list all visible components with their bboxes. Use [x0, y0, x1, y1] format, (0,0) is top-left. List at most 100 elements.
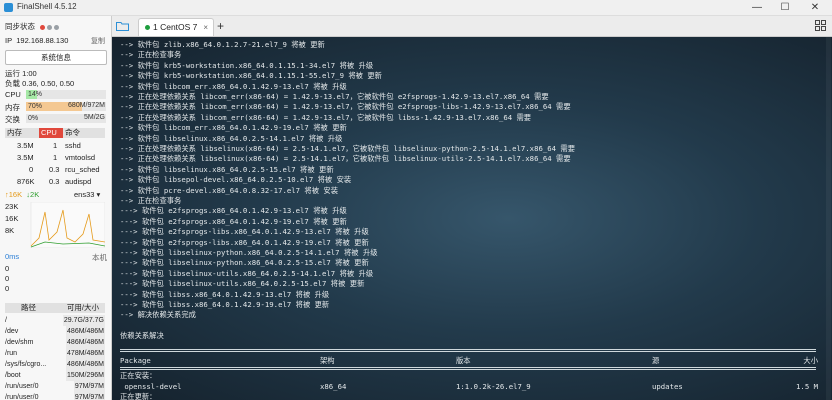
terminal-line: --> 软件包 libselinux.x86_64.0.2.5-15.el7 将…: [120, 164, 334, 174]
minimize-button[interactable]: —: [746, 1, 768, 14]
mem-percent: 70%: [28, 103, 43, 110]
terminal-separator: [120, 367, 816, 371]
network-graph: [30, 202, 105, 248]
status-dots: [40, 23, 61, 32]
disk-path: /run/user/0: [5, 383, 39, 390]
table-header-cell: 架构: [320, 356, 335, 365]
terminal-line: ---> 软件包 libselinux-utils.x86_64.0.2.5-1…: [120, 279, 365, 289]
terminal-line: ---> 软件包 libselinux-python.x86_64.0.2.5-…: [120, 258, 369, 268]
process-row[interactable]: 0 0.3 rcu_sched: [5, 164, 105, 175]
disk-path: /run: [5, 350, 18, 357]
ip-label: IP: [5, 36, 13, 45]
terminal-line: ---> 软件包 e2fsprogs-libs.x86_64.0.1.42.9-…: [120, 237, 369, 247]
table-cell: updates: [652, 381, 683, 391]
terminal-line: ---> 软件包 libss.x86_64.0.1.42.9-19.el7 将被…: [120, 300, 330, 309]
connected-dot-icon: [145, 25, 150, 30]
cpu-percent: 14%: [28, 91, 43, 98]
latency-tick: 0: [5, 264, 10, 273]
terminal-line: --> 正在处理依赖关系 libselinux(x86-64) = 2.5-14…: [120, 144, 576, 153]
disk-size: 478M/486M: [66, 348, 105, 359]
terminal-line: --> 正在处理依赖关系 libcom_err(x86-64) = 1.42.9…: [120, 92, 549, 101]
disk-row[interactable]: /sys/fs/cgro... 486M/486M: [5, 359, 105, 370]
table-header-cell: 版本: [456, 356, 471, 365]
table-header-cell: 大小: [803, 356, 818, 365]
terminal-line: --> 软件包 krb5-workstation.x86_64.0.1.15.1…: [120, 71, 382, 81]
terminal-line: --> 软件包 pcre-devel.x86_64.0.8.32-17.el7 …: [120, 185, 339, 195]
terminal-line: --> 软件包 krb5-workstation.x86_64.0.1.15.1…: [120, 60, 374, 70]
process-mem: 0: [29, 165, 34, 174]
terminal-line: ---> 软件包 e2fsprogs.x86_64.0.1.42.9-13.el…: [120, 206, 347, 216]
net-speed-row: ↑16K ↓2K: [5, 190, 39, 199]
disk-size: 97M/97M: [73, 381, 105, 392]
system-info-button[interactable]: 系统信息: [5, 50, 107, 65]
process-mem: 3.5M: [17, 153, 34, 162]
sync-status-label: 同步状态: [5, 22, 35, 31]
latency-tick: 0: [5, 284, 10, 293]
folder-icon[interactable]: [116, 21, 129, 31]
disk-size: 486M/486M: [66, 326, 105, 337]
terminal-line: --> 解决依赖关系完成: [120, 310, 196, 320]
disk-row[interactable]: /boot 150M/296M: [5, 370, 105, 381]
terminal-line: --> 正在处理依赖关系 libcom_err(x86-64) = 1.42.9…: [120, 102, 571, 112]
latency-value: 0ms: [5, 252, 20, 261]
table-cell: 1.5 M: [796, 381, 818, 391]
process-mem: 3.5M: [17, 141, 34, 150]
grid-view-icon[interactable]: [815, 20, 826, 31]
terminal-line: --> 正在处理依赖关系 libselinux(x86-64) = 2.5-14…: [120, 154, 571, 164]
net-interface-select[interactable]: ens33 ▾: [74, 190, 100, 199]
process-cpu: 1: [53, 153, 58, 162]
swap-usage: 5M/2G: [83, 114, 105, 121]
table-header-cell: 源: [652, 356, 660, 365]
tab-label: 1 CentOS 7: [153, 22, 198, 32]
disk-col-size[interactable]: 可用/大小: [67, 303, 99, 313]
tab-centos-7[interactable]: 1 CentOS 7 ×: [138, 18, 214, 36]
add-tab-button[interactable]: +: [217, 19, 224, 33]
terminal[interactable]: --> 软件包 zlib.x86_64.0.1.2.7-21.el7_9 将被 …: [112, 37, 832, 400]
ip-address: 192.168.88.130: [16, 36, 69, 45]
status-dot-icon: [40, 25, 45, 30]
process-row[interactable]: 3.5M 1 sshd: [5, 140, 105, 151]
terminal-line: --> 软件包 libsepol-devel.x86_64.0.2.5-10.e…: [120, 175, 352, 185]
cpu-label: CPU: [5, 90, 21, 99]
terminal-line: ---> 软件包 e2fsprogs-libs.x86_64.0.1.42.9-…: [120, 227, 369, 237]
swap-percent: 0%: [28, 115, 39, 122]
terminal-line: --> 软件包 libcom_err.x86_64.0.1.42.9-19.el…: [120, 123, 347, 133]
close-window-button[interactable]: ✕: [804, 1, 826, 14]
process-col-cpu[interactable]: CPU: [39, 128, 63, 138]
app-logo-icon: [4, 3, 13, 12]
latency-local: 本机: [92, 253, 107, 262]
process-row[interactable]: 876K 0.3 audispd: [5, 176, 105, 187]
terminal-line: --> 正在检查事务: [120, 196, 182, 205]
table-cell: x86_64: [320, 381, 347, 391]
disk-size: 97M/97M: [73, 392, 105, 400]
terminal-scrollbar[interactable]: [826, 37, 831, 400]
terminal-line: ---> 软件包 libselinux-utils.x86_64.0.2.5-1…: [120, 268, 374, 278]
process-table-header: 内存 CPU 命令: [5, 128, 105, 138]
process-mem: 876K: [17, 177, 35, 186]
disk-size: 486M/486M: [66, 359, 105, 370]
tab-bar: 1 CentOS 7 × +: [112, 16, 832, 37]
disk-col-path[interactable]: 路径: [21, 303, 36, 313]
net-down-speed: ↓2K: [26, 190, 40, 199]
disk-path: /dev/shm: [5, 339, 34, 346]
terminal-line: --> 软件包 libselinux.x86_64.0.2.5-14.1.el7…: [120, 133, 343, 143]
table-header-cell: Package: [120, 356, 151, 365]
terminal-line: --> 正在处理依赖关系 libcom_err(x86-64) = 1.42.9…: [120, 112, 532, 122]
status-dot-icon: [54, 25, 59, 30]
disk-row[interactable]: /run/user/0 97M/97M: [5, 392, 105, 400]
disk-row[interactable]: /run/user/0 97M/97M: [5, 381, 105, 392]
copy-ip-button[interactable]: 复制: [91, 36, 105, 46]
maximize-button[interactable]: ☐: [774, 1, 796, 14]
tab-close-icon[interactable]: ×: [203, 19, 208, 36]
terminal-line: --> 正在检查事务: [120, 50, 182, 60]
disk-row[interactable]: / 29.7G/37.7G: [5, 315, 105, 326]
status-dot-icon: [47, 25, 52, 30]
process-col-mem[interactable]: 内存: [7, 128, 22, 138]
disk-row[interactable]: /dev/shm 486M/486M: [5, 337, 105, 348]
process-row[interactable]: 3.5M 1 vmtoolsd: [5, 152, 105, 163]
disk-size: 486M/486M: [66, 337, 105, 348]
disk-row[interactable]: /dev 486M/486M: [5, 326, 105, 337]
disk-row[interactable]: /run 478M/486M: [5, 348, 105, 359]
load-text: 负载 0.36, 0.50, 0.50: [5, 79, 75, 88]
process-col-cmd[interactable]: 命令: [65, 128, 80, 138]
